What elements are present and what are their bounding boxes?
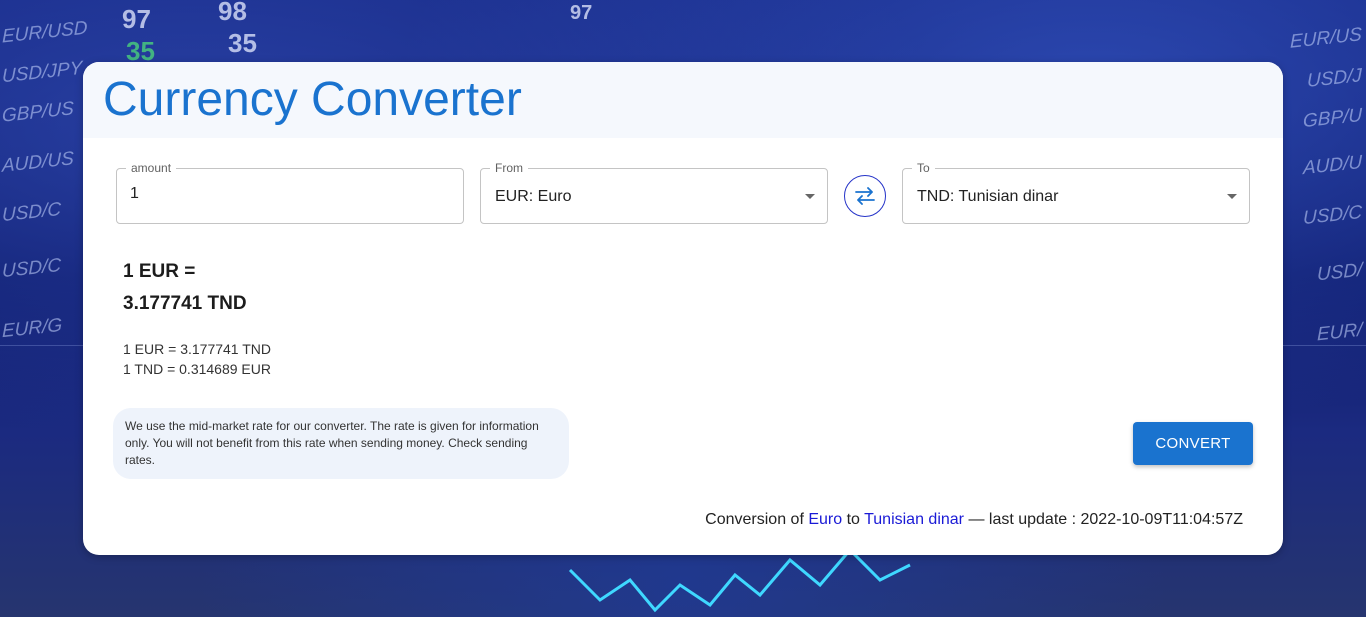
conversion-footer: Conversion of Euro to Tunisian dinar — l… — [705, 511, 1243, 529]
swap-arrows-icon — [855, 187, 875, 205]
bg-ticker: USD/C — [2, 254, 62, 283]
card-header: Currency Converter — [83, 62, 1283, 138]
result-line-2: 3.177741 TND — [123, 293, 247, 314]
bg-ticker: AUD/U — [1302, 151, 1362, 180]
bg-number: 98 — [218, 0, 247, 26]
from-currency-link[interactable]: Euro — [808, 511, 842, 528]
to-value: TND: Tunisian dinar — [917, 188, 1059, 205]
conversion-result: 1 EUR = 3.177741 TND — [123, 256, 247, 320]
bg-number: 97 — [122, 4, 151, 34]
converter-card: Currency Converter amount From EUR: Euro… — [83, 62, 1283, 555]
bg-ticker: USD/JPY — [2, 57, 83, 88]
convert-button[interactable]: Convert — [1133, 422, 1253, 465]
footer-middle: to — [842, 511, 865, 528]
amount-label: amount — [126, 161, 177, 175]
bg-ticker: GBP/US — [2, 98, 74, 127]
chevron-down-icon — [1227, 194, 1237, 199]
amount-input[interactable] — [130, 185, 430, 203]
bg-ticker: USD/C — [2, 198, 62, 227]
bg-number: 97 — [570, 2, 593, 24]
page-title: Currency Converter — [103, 73, 522, 126]
footer-suffix: — last update : 2022-10-09T11:04:57Z — [964, 511, 1243, 528]
bg-ticker: EUR/USD — [2, 17, 88, 48]
chevron-down-icon — [805, 194, 815, 199]
from-label: From — [490, 161, 528, 175]
mid-market-note: We use the mid-market rate for our conve… — [113, 408, 569, 479]
result-line-1: 1 EUR = — [123, 261, 196, 282]
amount-field[interactable]: amount — [116, 161, 464, 224]
bg-ticker: GBP/U — [1302, 104, 1362, 133]
exchange-rates: 1 EUR = 3.177741 TND 1 TND = 0.314689 EU… — [123, 339, 271, 379]
footer-prefix: Conversion of — [705, 511, 809, 528]
rate-forward: 1 EUR = 3.177741 TND — [123, 341, 271, 357]
bg-ticker: EUR/ — [1316, 319, 1362, 346]
rate-reverse: 1 TND = 0.314689 EUR — [123, 361, 271, 377]
bg-ticker: EUR/US — [1290, 24, 1362, 53]
to-currency-select[interactable]: To TND: Tunisian dinar — [902, 161, 1250, 224]
bg-ticker: USD/C — [1302, 201, 1362, 230]
bg-ticker: AUD/US — [2, 148, 74, 177]
bg-ticker: USD/J — [1307, 65, 1362, 92]
swap-currencies-button[interactable] — [844, 175, 886, 217]
from-value: EUR: Euro — [495, 188, 572, 205]
bg-ticker: EUR/G — [2, 314, 63, 343]
from-currency-select[interactable]: From EUR: Euro — [480, 161, 828, 224]
bg-number: 35 — [228, 28, 257, 58]
to-label: To — [912, 161, 935, 175]
to-currency-link[interactable]: Tunisian dinar — [864, 511, 964, 528]
bg-ticker: USD/ — [1316, 259, 1362, 286]
